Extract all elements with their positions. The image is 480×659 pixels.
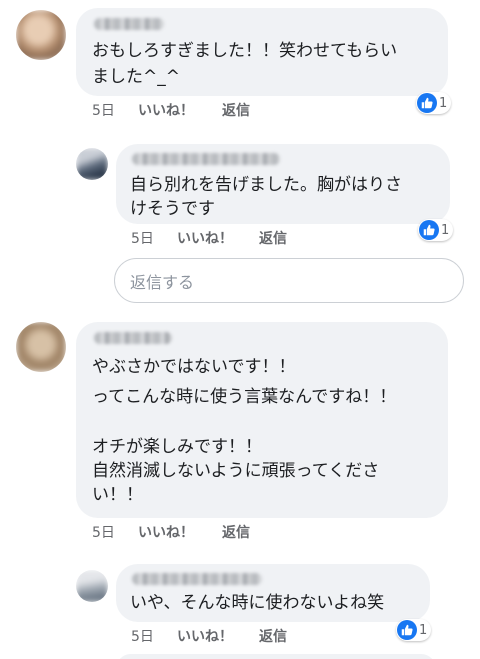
reaction-badge[interactable]: 1: [416, 92, 452, 114]
thumbs-up-icon: [397, 620, 417, 640]
reply-button[interactable]: 返信: [222, 524, 250, 542]
reply-meta: 5日 いいね！ 返信: [131, 628, 331, 646]
avatar[interactable]: [16, 322, 66, 372]
reply-text: 自ら別れを告げました。胸がはりさ: [130, 175, 402, 195]
avatar[interactable]: [76, 570, 108, 602]
reaction-badge[interactable]: 1: [418, 219, 454, 241]
like-button[interactable]: いいね！: [138, 524, 194, 542]
reaction-count: 1: [441, 222, 450, 238]
author-name-blurred[interactable]: [94, 332, 172, 344]
comment-text: おもしろすぎました！！笑わせてもらい: [92, 41, 398, 61]
comment-text: ってこんな時に使う言葉なんですね！！: [92, 387, 397, 407]
comment-text: オチが楽しみです！！: [92, 437, 262, 457]
author-name-blurred[interactable]: [132, 573, 262, 585]
comment-age: 5日: [92, 103, 115, 119]
comment-text: やぶさかではないです！！: [92, 357, 296, 377]
comment-bubble: やぶさかではないです！！ ってこんな時に使う言葉なんですね！！ オチが楽しみです…: [76, 322, 448, 518]
reply-meta: 5日 いいね！ 返信: [131, 230, 331, 248]
comment-thread: おもしろすぎました！！笑わせてもらい ました^_^ 5日 いいね！ 返信 1 自…: [0, 0, 480, 659]
author-name-blurred[interactable]: [94, 18, 164, 30]
reply-input-placeholder: 返信する: [130, 273, 195, 292]
reply-text: いや、そんな時に使わないよね笑: [130, 593, 385, 613]
comment-meta: 5日 いいね！ 返信: [92, 524, 292, 542]
reply-bubble: 自ら別れを告げました。胸がはりさ けそうです: [116, 144, 450, 224]
like-button[interactable]: いいね！: [177, 628, 233, 646]
thumbs-up-icon: [417, 93, 437, 113]
comment-text: ました^_^: [92, 67, 180, 87]
reaction-badge[interactable]: 1: [396, 619, 432, 641]
reply-age: 5日: [131, 629, 154, 645]
like-button[interactable]: いいね！: [177, 230, 233, 248]
comment-text: 自然消滅しないように頑張ってくださ: [92, 461, 380, 481]
avatar[interactable]: [16, 10, 66, 60]
reaction-count: 1: [419, 622, 428, 638]
comment-text: い！！: [92, 485, 143, 505]
author-name-blurred[interactable]: [132, 153, 280, 165]
reply-button[interactable]: 返信: [259, 230, 287, 248]
reply-bubble-partial: [116, 654, 436, 659]
comment-age: 5日: [92, 525, 115, 541]
reply-bubble: いや、そんな時に使わないよね笑: [116, 564, 430, 622]
thumbs-up-icon: [419, 220, 439, 240]
comment-meta: 5日 いいね！ 返信: [92, 102, 292, 120]
reply-button[interactable]: 返信: [259, 628, 287, 646]
reply-text: けそうです: [130, 199, 215, 219]
reply-input[interactable]: 返信する: [114, 258, 464, 303]
reply-button[interactable]: 返信: [222, 102, 250, 120]
reaction-count: 1: [439, 95, 448, 111]
like-button[interactable]: いいね！: [138, 102, 194, 120]
reply-age: 5日: [131, 231, 154, 247]
avatar[interactable]: [76, 148, 108, 180]
comment-bubble: おもしろすぎました！！笑わせてもらい ました^_^: [76, 8, 448, 96]
